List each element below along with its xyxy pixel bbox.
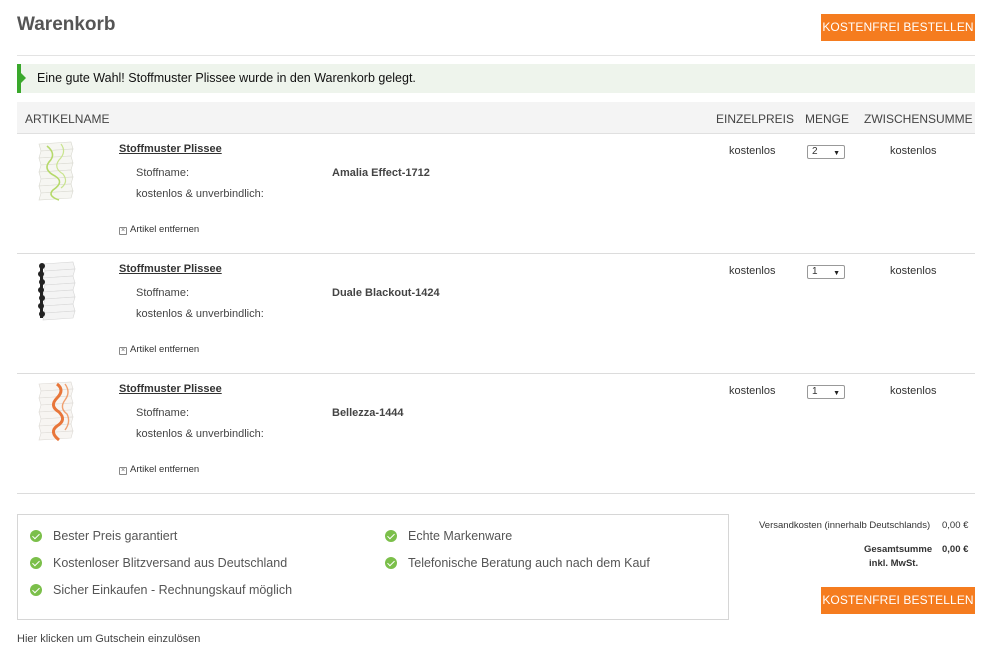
quantity-value: 1	[812, 386, 818, 397]
benefit-item: Echte Markenware	[385, 529, 512, 543]
voucher-link[interactable]: Hier klicken um Gutschein einzulösen	[17, 633, 200, 645]
free-note: kostenlos & unverbindlich:	[136, 308, 264, 320]
subtotal: kostenlos	[890, 385, 937, 397]
remove-label: Artikel entfernen	[130, 224, 200, 235]
order-button-bottom[interactable]: KOSTENFREI BESTELLEN	[821, 587, 975, 614]
quantity-value: 2	[812, 146, 818, 157]
subtotal: kostenlos	[890, 265, 937, 277]
free-note: kostenlos & unverbindlich:	[136, 428, 264, 440]
order-button-top[interactable]: KOSTENFREI BESTELLEN	[821, 14, 975, 41]
fabric-thumbnail-icon[interactable]	[35, 380, 77, 442]
column-header-name: ARTIKELNAME	[25, 112, 110, 126]
option-value: Bellezza-1444	[332, 407, 404, 419]
column-header-quantity: MENGE	[805, 112, 850, 126]
benefit-item: Sicher Einkaufen - Rechnungskauf möglich	[30, 583, 292, 597]
shipping-value: 0,00 €	[942, 520, 969, 531]
quantity-value: 1	[812, 266, 818, 277]
subtotal: kostenlos	[890, 145, 937, 157]
column-header-subtotal: ZWISCHENSUMME	[864, 112, 973, 126]
cart-item-row: Stoffmuster Plissee Stoffname: Duale Bla…	[17, 254, 975, 374]
page-title: Warenkorb	[17, 14, 116, 35]
benefit-item: Bester Preis garantiert	[30, 529, 177, 543]
close-icon: ×	[119, 227, 127, 235]
unit-price: kostenlos	[729, 145, 776, 157]
fabric-thumbnail-icon[interactable]	[35, 260, 77, 322]
notice-arrow-icon	[21, 73, 26, 83]
option-label: Stoffname:	[136, 407, 189, 419]
benefits-box: Bester Preis garantiert Echte Markenware…	[17, 514, 729, 620]
quantity-select[interactable]: 2 ▼	[807, 145, 845, 159]
remove-item-link[interactable]: × Artikel entfernen	[119, 464, 199, 475]
notice-text: Eine gute Wahl! Stoffmuster Plissee wurd…	[37, 71, 416, 85]
total-tax-label: inkl. MwSt.	[869, 558, 919, 569]
fabric-thumbnail-icon[interactable]	[35, 140, 77, 202]
remove-item-link[interactable]: × Artikel entfernen	[119, 224, 199, 235]
check-circle-icon	[385, 557, 397, 569]
remove-label: Artikel entfernen	[130, 344, 200, 355]
unit-price: kostenlos	[729, 265, 776, 277]
check-circle-icon	[30, 530, 42, 542]
unit-price: kostenlos	[729, 385, 776, 397]
close-icon: ×	[119, 467, 127, 475]
option-label: Stoffname:	[136, 167, 189, 179]
product-title-link[interactable]: Stoffmuster Plissee	[119, 263, 222, 275]
check-circle-icon	[385, 530, 397, 542]
remove-label: Artikel entfernen	[130, 464, 200, 475]
option-label: Stoffname:	[136, 287, 189, 299]
chevron-down-icon: ▼	[833, 270, 840, 277]
total-value: 0,00 €	[942, 544, 969, 555]
product-title-link[interactable]: Stoffmuster Plissee	[119, 383, 222, 395]
option-value: Duale Blackout-1424	[332, 287, 440, 299]
chevron-down-icon: ▼	[833, 390, 840, 397]
benefit-item: Telefonische Beratung auch nach dem Kauf	[385, 556, 650, 570]
cart-item-row: Stoffmuster Plissee Stoffname: Amalia Ef…	[17, 134, 975, 254]
free-note: kostenlos & unverbindlich:	[136, 188, 264, 200]
divider	[17, 55, 975, 56]
chevron-down-icon: ▼	[833, 150, 840, 157]
quantity-select[interactable]: 1 ▼	[807, 385, 845, 399]
close-icon: ×	[119, 347, 127, 355]
product-title-link[interactable]: Stoffmuster Plissee	[119, 143, 222, 155]
total-label: Gesamtsumme	[864, 544, 933, 555]
quantity-select[interactable]: 1 ▼	[807, 265, 845, 279]
shipping-label: Versandkosten (innerhalb Deutschlands)	[759, 520, 931, 531]
option-value: Amalia Effect-1712	[332, 167, 430, 179]
check-circle-icon	[30, 557, 42, 569]
column-header-price: EINZELPREIS	[716, 112, 795, 126]
cart-item-row: Stoffmuster Plissee Stoffname: Bellezza-…	[17, 374, 975, 494]
check-circle-icon	[30, 584, 42, 596]
success-notice: Eine gute Wahl! Stoffmuster Plissee wurd…	[17, 64, 975, 93]
benefit-item: Kostenloser Blitzversand aus Deutschland	[30, 556, 287, 570]
cart-table-header: ARTIKELNAME EINZELPREIS MENGE ZWISCHENSU…	[17, 102, 975, 134]
remove-item-link[interactable]: × Artikel entfernen	[119, 344, 199, 355]
